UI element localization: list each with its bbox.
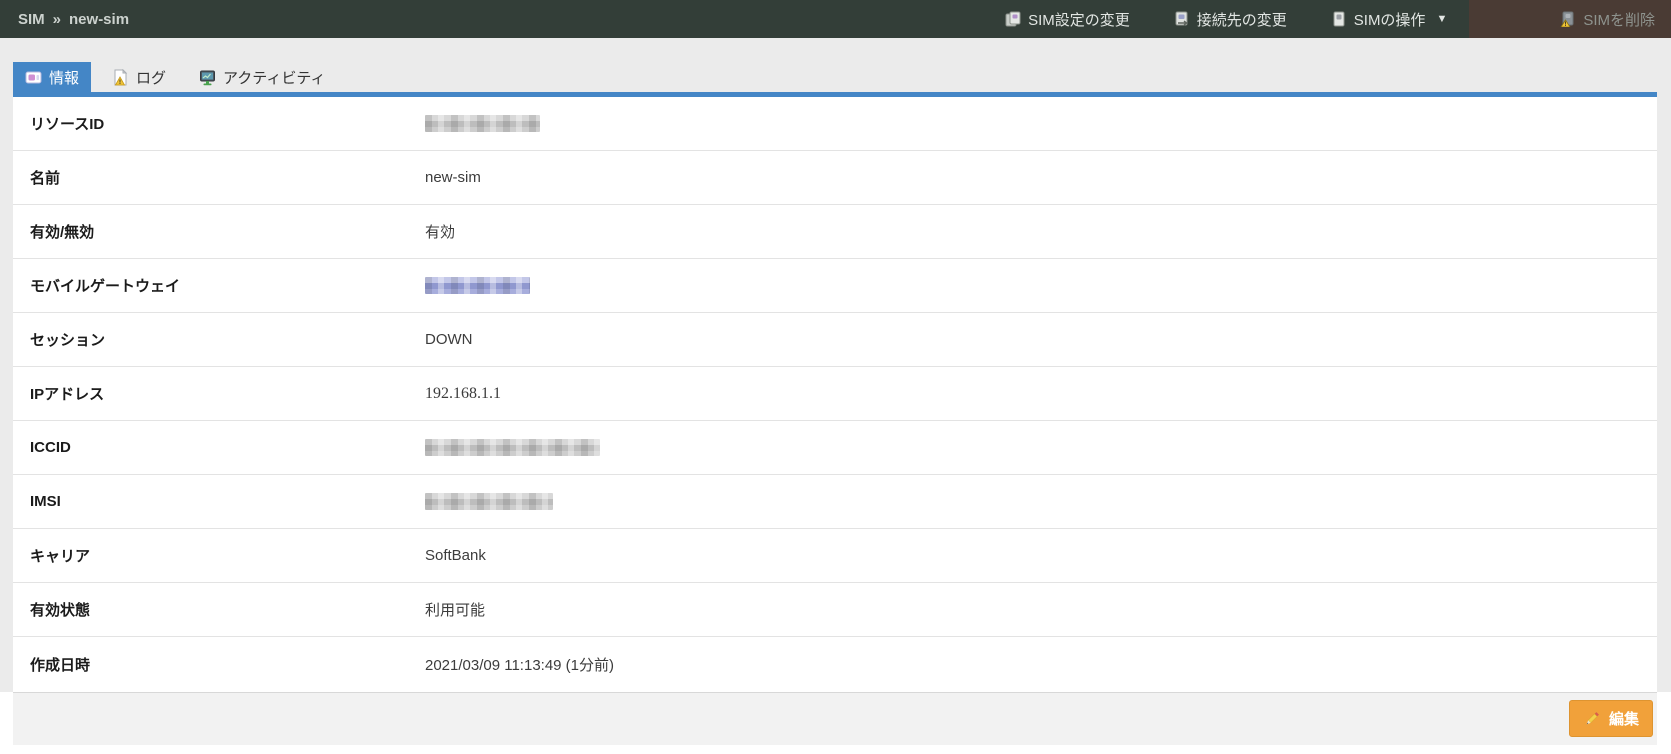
connection-change-label: 接続先の変更: [1197, 9, 1287, 30]
row-label: キャリア: [13, 545, 425, 566]
sim-settings-change-label: SIM設定の変更: [1028, 9, 1130, 30]
row-value: 192.168.1.1: [425, 385, 501, 403]
chevron-down-icon: ▼: [1436, 13, 1447, 25]
row-value: 利用可能: [425, 599, 485, 620]
edit-button-label: 編集: [1609, 708, 1639, 729]
sim-operation-label: SIMの操作: [1354, 9, 1426, 30]
tab-bar: 情報 ! ログ アクティビティ: [13, 62, 337, 92]
breadcrumb-root[interactable]: SIM: [18, 11, 45, 28]
topbar-actions: SIM設定の変更 接続先の変更 SIMの操作 ▼: [983, 0, 1671, 38]
sim-settings-change-button[interactable]: SIM設定の変更: [983, 0, 1152, 38]
connection-change-icon: [1174, 11, 1190, 27]
breadcrumb-current: new-sim: [69, 11, 129, 28]
sim-delete-icon: !: [1560, 11, 1576, 27]
row-label: 有効状態: [13, 599, 425, 620]
row-label: IPアドレス: [13, 383, 425, 404]
activity-tab-icon: [199, 69, 216, 86]
row-label: モバイルゲートウェイ: [13, 275, 425, 296]
sim-delete-button[interactable]: ! SIMを削除: [1469, 0, 1671, 38]
table-row: 作成日時 2021/03/09 11:13:49 (1分前): [13, 637, 1657, 691]
row-value: [425, 439, 600, 457]
redacted-value: [425, 439, 600, 456]
row-label: 名前: [13, 167, 425, 188]
sim-operation-button[interactable]: SIMの操作 ▼: [1309, 0, 1470, 38]
row-value: 有効: [425, 221, 455, 242]
row-value: new-sim: [425, 169, 481, 186]
pencil-icon: [1583, 710, 1601, 728]
row-value: [425, 493, 553, 511]
row-label: 作成日時: [13, 654, 425, 675]
table-row: リソースID: [13, 97, 1657, 151]
row-value: 2021/03/09 11:13:49 (1分前): [425, 654, 614, 675]
breadcrumb: SIM » new-sim: [18, 11, 129, 28]
table-row: セッション DOWN: [13, 313, 1657, 367]
table-row: IMSI: [13, 475, 1657, 529]
row-value: SoftBank: [425, 547, 486, 564]
row-value: [425, 115, 540, 133]
sim-operation-icon: [1331, 11, 1347, 27]
table-row: 名前 new-sim: [13, 151, 1657, 205]
info-tab-icon: [25, 69, 42, 86]
table-row: 有効状態 利用可能: [13, 583, 1657, 637]
row-label: セッション: [13, 329, 425, 350]
row-label: IMSI: [13, 493, 425, 510]
sim-settings-icon: [1005, 11, 1021, 27]
table-row: 有効/無効 有効: [13, 205, 1657, 259]
redacted-value: [425, 115, 540, 132]
table-row: IPアドレス 192.168.1.1: [13, 367, 1657, 421]
connection-change-button[interactable]: 接続先の変更: [1152, 0, 1309, 38]
tab-log-label: ログ: [136, 67, 166, 88]
table-row: キャリア SoftBank: [13, 529, 1657, 583]
info-table: リソースID 名前 new-sim 有効/無効 有効 モバイルゲートウェイ セッ…: [13, 92, 1657, 692]
svg-text:!: !: [119, 80, 121, 86]
tab-log[interactable]: ! ログ: [100, 62, 178, 92]
breadcrumb-separator: »: [53, 11, 61, 28]
row-value: DOWN: [425, 331, 473, 348]
svg-text:!: !: [1565, 22, 1567, 27]
edit-button[interactable]: 編集: [1569, 700, 1653, 737]
row-value: [425, 277, 530, 295]
tab-info[interactable]: 情報: [13, 62, 91, 92]
row-label: リソースID: [13, 113, 425, 134]
tab-activity-label: アクティビティ: [223, 67, 325, 88]
tab-activity[interactable]: アクティビティ: [187, 62, 337, 92]
table-row: モバイルゲートウェイ: [13, 259, 1657, 313]
tab-info-label: 情報: [49, 67, 79, 88]
sim-detail-page: SIM » new-sim SIM設定の変更 接続先の変更: [0, 0, 1671, 754]
sim-delete-label: SIMを削除: [1583, 9, 1655, 30]
redacted-value: [425, 493, 553, 510]
top-bar: SIM » new-sim SIM設定の変更 接続先の変更: [0, 0, 1671, 38]
redacted-link-value[interactable]: [425, 277, 530, 294]
row-label: ICCID: [13, 439, 425, 456]
log-tab-icon: !: [112, 69, 129, 86]
footer-bar: 編集: [13, 692, 1657, 745]
table-row: ICCID: [13, 421, 1657, 475]
row-label: 有効/無効: [13, 221, 425, 242]
